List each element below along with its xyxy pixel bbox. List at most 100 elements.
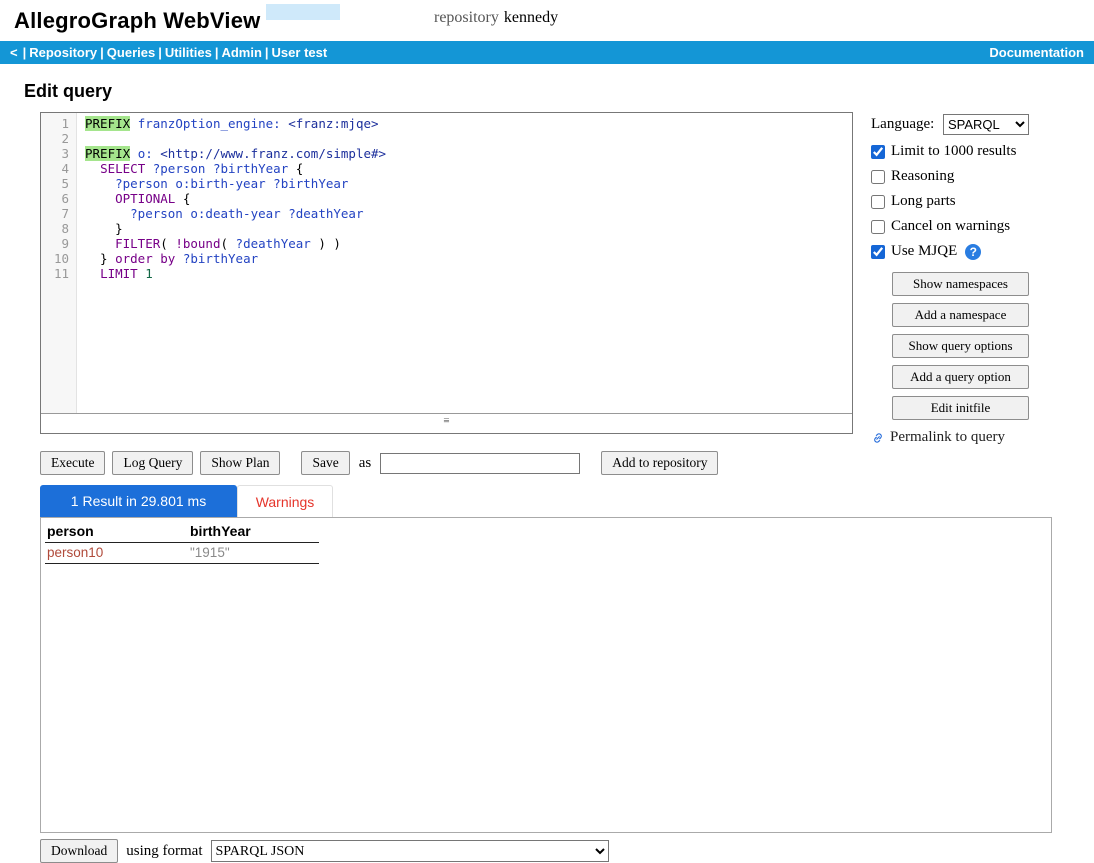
code-line-content: } order by ?birthYear [76, 251, 258, 266]
code-line: 2 [41, 131, 852, 146]
nav-separator: | [265, 45, 269, 60]
save-name-input[interactable] [380, 453, 580, 474]
sidebar-buttons: Show namespaces Add a namespace Show query… [871, 272, 1029, 420]
download-row: Download using format SPARQL JSON [40, 839, 1094, 863]
help-icon[interactable]: ? [965, 244, 981, 260]
add-to-repository-button[interactable]: Add to repository [601, 451, 718, 475]
execute-button[interactable]: Execute [40, 451, 105, 475]
log-query-button[interactable]: Log Query [112, 451, 193, 475]
nav-separator: | [158, 45, 162, 60]
link-icon [871, 431, 885, 445]
download-format-label: using format [126, 843, 202, 860]
save-as-label: as [359, 455, 372, 472]
checkbox-list: Limit to 1000 results Reasoning Long parts… [871, 143, 1029, 260]
line-number: 1 [41, 116, 76, 131]
nav-separator: | [23, 45, 27, 60]
download-button[interactable]: Download [40, 839, 118, 863]
code-line-content: ?person o:death-year ?deathYear [76, 206, 363, 221]
nav-back-chevron[interactable]: < [10, 45, 18, 60]
nav-documentation-link[interactable]: Documentation [989, 45, 1084, 60]
checkbox-row-cancel-on-warnings[interactable]: Cancel on warnings [871, 218, 1029, 235]
repository-label: repository [434, 9, 499, 26]
permalink-label: Permalink to query [890, 429, 1005, 446]
checkbox-row-long-parts[interactable]: Long parts [871, 193, 1029, 210]
checkbox-label: Cancel on warnings [891, 218, 1010, 235]
nav-item-utilities[interactable]: Utilities [165, 45, 212, 60]
language-row: Language: SPARQL [871, 114, 1029, 135]
line-number: 11 [41, 266, 76, 281]
header-highlight-box [266, 4, 340, 20]
checkbox-cancel-on-warnings[interactable] [871, 220, 885, 234]
page-title: Edit query [24, 81, 1094, 102]
language-label: Language: [871, 116, 934, 133]
nav-item-repository[interactable]: Repository [29, 45, 97, 60]
nav-item-queries[interactable]: Queries [107, 45, 155, 60]
code-line: 10 } order by ?birthYear [41, 251, 852, 266]
code-line: 5 ?person o:birth-year ?birthYear [41, 176, 852, 191]
checkbox-row-reasoning[interactable]: Reasoning [871, 168, 1029, 185]
language-select[interactable]: SPARQL [943, 114, 1029, 135]
code-line-content: ?person o:birth-year ?birthYear [76, 176, 348, 191]
app-root: AllegroGraph WebView repository kennedy <… [0, 0, 1094, 863]
show-plan-button[interactable]: Show Plan [200, 451, 280, 475]
code-line: 9 FILTER( !bound( ?deathYear ) ) [41, 236, 852, 251]
nav-separator: | [215, 45, 219, 60]
add-a-namespace-button[interactable]: Add a namespace [892, 303, 1029, 327]
code-line-content: PREFIX franzOption_engine: <franz:mjqe> [76, 116, 379, 131]
main-nav: <|Repository|Queries|Utilities|Admin|Use… [0, 41, 1094, 64]
code-line: 11 LIMIT 1 [41, 266, 852, 281]
resize-grip-icon: ≡ [443, 416, 449, 427]
nav-item-user-test[interactable]: User test [272, 45, 328, 60]
repository-name: kennedy [504, 9, 558, 26]
action-bar: Execute Log Query Show Plan Save as Add … [40, 451, 1094, 475]
result-resource-cell[interactable]: person10 [45, 543, 188, 564]
download-format-select[interactable]: SPARQL JSON [211, 840, 609, 862]
line-number: 3 [41, 146, 76, 161]
code-line-content: PREFIX o: <http://www.franz.com/simple#> [76, 146, 386, 161]
line-number: 7 [41, 206, 76, 221]
checkbox-row-limit-to-1000-results[interactable]: Limit to 1000 results [871, 143, 1029, 160]
header: AllegroGraph WebView repository kennedy [0, 0, 1094, 41]
checkbox-limit-to-1000-results[interactable] [871, 145, 885, 159]
line-number: 2 [41, 131, 76, 146]
results-column-birthyear[interactable]: birthYear [188, 521, 319, 543]
query-editor[interactable]: 1PREFIX franzOption_engine: <franz:mjqe>… [40, 112, 853, 434]
results-panel: personbirthYear person10"1915" [40, 517, 1052, 833]
edit-initfile-button[interactable]: Edit initfile [892, 396, 1029, 420]
checkbox-long-parts[interactable] [871, 195, 885, 209]
nav-separator: | [100, 45, 104, 60]
app-title: AllegroGraph WebView [0, 8, 260, 34]
checkbox-label: Long parts [891, 193, 956, 210]
line-number: 10 [41, 251, 76, 266]
tab-results[interactable]: 1 Result in 29.801 ms [40, 485, 237, 517]
line-number: 8 [41, 221, 76, 236]
add-a-query-option-button[interactable]: Add a query option [892, 365, 1029, 389]
line-number: 5 [41, 176, 76, 191]
line-number: 6 [41, 191, 76, 206]
code-line: 3PREFIX o: <http://www.franz.com/simple#… [41, 146, 852, 161]
results-column-person[interactable]: person [45, 521, 188, 543]
table-row: person10"1915" [45, 543, 319, 564]
code-line: 1PREFIX franzOption_engine: <franz:mjqe> [41, 116, 852, 131]
editor-resize-handle[interactable]: ≡ [41, 414, 852, 433]
code-area[interactable]: 1PREFIX franzOption_engine: <franz:mjqe>… [41, 113, 852, 414]
permalink-link[interactable]: Permalink to query [871, 429, 1029, 446]
results-table: personbirthYear person10"1915" [45, 521, 319, 564]
checkbox-reasoning[interactable] [871, 170, 885, 184]
line-number: 9 [41, 236, 76, 251]
checkbox-label: Limit to 1000 results [891, 143, 1016, 160]
nav-left: <|Repository|Queries|Utilities|Admin|Use… [10, 45, 327, 60]
show-namespaces-button[interactable]: Show namespaces [892, 272, 1029, 296]
code-line-content: } [76, 221, 123, 236]
line-number: 4 [41, 161, 76, 176]
nav-item-admin[interactable]: Admin [221, 45, 261, 60]
checkbox-row-use-mjqe[interactable]: Use MJQE? [871, 243, 1029, 260]
show-query-options-button[interactable]: Show query options [892, 334, 1029, 358]
code-line-content: SELECT ?person ?birthYear { [76, 161, 303, 176]
code-line-content [76, 131, 85, 146]
checkbox-label: Use MJQE [891, 243, 957, 260]
code-line: 6 OPTIONAL { [41, 191, 852, 206]
tab-warnings[interactable]: Warnings [237, 485, 333, 517]
checkbox-use-mjqe[interactable] [871, 245, 885, 259]
save-button[interactable]: Save [301, 451, 349, 475]
